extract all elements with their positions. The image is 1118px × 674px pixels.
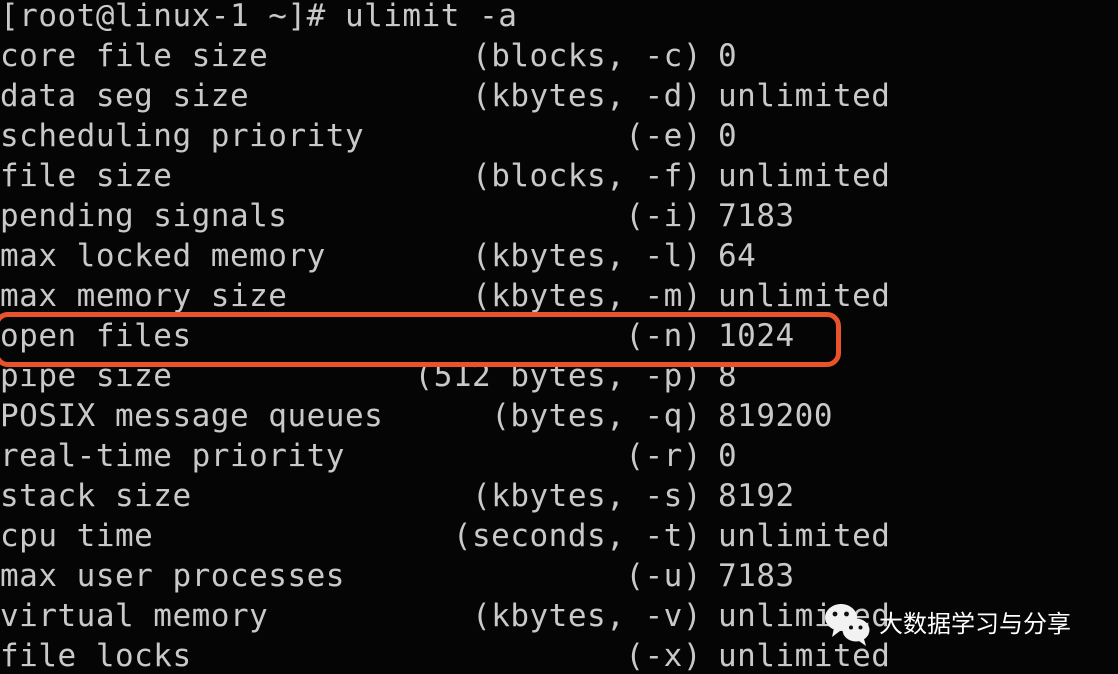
resource-unit: (kbytes, -m) [472,278,702,314]
resource-value: 7183 [718,558,795,594]
resource-value: 8192 [718,478,795,514]
resource-value: 0 [718,438,738,474]
ulimit-row: max user processes (-u) 7183 [0,556,1118,596]
ulimit-row: pipe size (512 bytes, -p) 8 [0,356,1118,396]
resource-unit: (bytes, -q) [491,398,702,434]
resource-value: 819200 [718,398,833,434]
ulimit-row: scheduling priority (-e) 0 [0,116,1118,156]
resource-unit: (-i) [625,198,702,234]
ulimit-row: stack size (kbytes, -s) 8192 [0,476,1118,516]
resource-unit: (-x) [625,638,702,674]
resource-unit: (blocks, -c) [472,38,702,74]
resource-value: 0 [718,38,738,74]
resource-unit: (kbytes, -s) [472,478,702,514]
ulimit-row: data seg size (kbytes, -d) unlimited [0,76,1118,116]
resource-value: unlimited [718,158,891,194]
resource-unit: (-e) [625,118,702,154]
prompt-command: [root@linux-1 ~]# ulimit -a [0,0,518,34]
resource-unit: (kbytes, -l) [472,238,702,274]
ulimit-row: max locked memory (kbytes, -l) 64 [0,236,1118,276]
resource-unit: (blocks, -f) [472,158,702,194]
watermark-text: 大数据学习与分享 [879,610,1071,638]
resource-unit: (kbytes, -v) [472,598,702,634]
watermark: 大数据学习与分享 [824,602,1071,646]
resource-unit: (512 bytes, -p) [414,358,702,394]
resource-value: unlimited [718,78,891,114]
resource-unit: (-n) [625,318,702,354]
resource-value: 7183 [718,198,795,234]
terminal-screenshot: [root@linux-1 ~]# ulimit -a core file si… [0,0,1118,674]
resource-value: 8 [718,358,738,394]
resource-unit: (-r) [625,438,702,474]
ulimit-row: cpu time (seconds, -t) unlimited [0,516,1118,556]
terminal-output: [root@linux-1 ~]# ulimit -a core file si… [0,0,1118,674]
resource-value: unlimited [718,278,891,314]
wechat-logo-icon [825,604,870,646]
resource-value: 64 [718,238,757,274]
ulimit-row: real-time priority (-r) 0 [0,436,1118,476]
resource-unit: (-u) [625,558,702,594]
ulimit-row: max memory size (kbytes, -m) unlimited [0,276,1118,316]
ulimit-row: file size (blocks, -f) unlimited [0,156,1118,196]
resource-value: unlimited [718,518,891,554]
terminal-prompt-line: [root@linux-1 ~]# ulimit -a [0,0,1118,36]
resource-value: 1024 [718,318,795,354]
ulimit-row: core file size (blocks, -c) 0 [0,36,1118,76]
ulimit-row-open-files: open files (-n) 1024 [0,316,1118,356]
resource-value: 0 [718,118,738,154]
resource-unit: (kbytes, -d) [472,78,702,114]
resource-unit: (seconds, -t) [452,518,702,554]
ulimit-row: POSIX message queues (bytes, -q) 819200 [0,396,1118,436]
ulimit-row: pending signals (-i) 7183 [0,196,1118,236]
